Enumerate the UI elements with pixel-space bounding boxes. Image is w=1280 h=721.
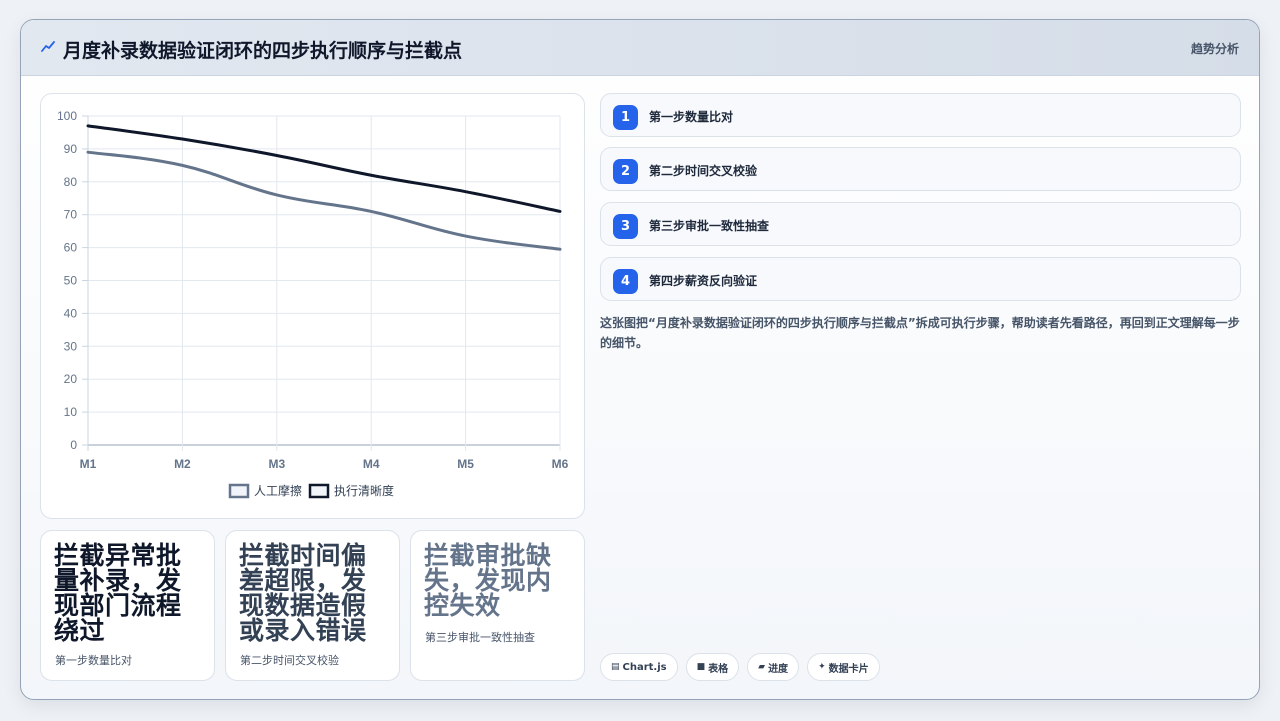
step-item-4[interactable]: 4 第四步薪资反向验证 [600, 257, 1241, 301]
highlight-text: 拦截审批缺失，发现内控失效 [424, 541, 552, 620]
highlight-card-1: 拦截异常批量补录，发现部门流程绕过 第一步数量比对 [40, 530, 215, 681]
line-chart-card: 0 10 20 30 40 50 60 70 80 90 100 M1 M2 M3 M4 M5 M6 人工摩擦 执行… [40, 93, 585, 519]
chip-data-card[interactable]: ✦ 数据卡片 [807, 653, 880, 681]
trend-icon [41, 41, 55, 52]
progress-icon: ▰ [758, 662, 766, 672]
sparkle-icon: ✦ [818, 662, 826, 672]
y-tick-label: 90 [64, 142, 78, 156]
step-number-badge: 1 [613, 105, 638, 130]
legend-swatch-2 [308, 483, 330, 499]
y-tick-label: 80 [64, 175, 78, 189]
x-tick-label: M1 [80, 457, 97, 471]
step-label: 第四步薪资反向验证 [649, 274, 758, 288]
chart-icon: ▤ [611, 662, 620, 672]
series-line-2 [86, 124, 562, 213]
page-title: 月度补录数据验证闭环的四步执行顺序与拦截点 [63, 40, 463, 62]
chip-row: ▤ Chart.js ■ 表格 ▰ 进度 ✦ 数据卡片 [600, 653, 880, 681]
step-number-badge: 4 [613, 269, 638, 294]
chip-progress[interactable]: ▰ 进度 [747, 653, 800, 681]
highlight-card-3: 拦截审批缺失，发现内控失效 第三步审批一致性抽查 [410, 530, 585, 681]
highlight-card-2: 拦截时间偏差超限，发现数据造假或录入错误 第二步时间交叉校验 [225, 530, 400, 681]
y-tick-label: 40 [64, 306, 78, 320]
y-tick-label: 10 [64, 405, 78, 419]
y-tick-label: 30 [64, 339, 78, 353]
chip-chartjs[interactable]: ▤ Chart.js [600, 653, 678, 681]
step-label: 第二步时间交叉校验 [649, 164, 758, 178]
header-bar: 月度补录数据验证闭环的四步执行顺序与拦截点 趋势分析 [21, 20, 1259, 76]
step-label: 第三步审批一致性抽查 [649, 219, 770, 233]
legend-label-2: 执行清晰度 [334, 483, 394, 498]
step-number-badge: 3 [613, 214, 638, 239]
step-item-3[interactable]: 3 第三步审批一致性抽查 [600, 202, 1241, 246]
table-icon: ■ [696, 662, 706, 672]
x-tick-label: M6 [552, 457, 569, 471]
y-tick-label: 60 [64, 241, 78, 255]
description-text: 这张图把“月度补录数据验证闭环的四步执行顺序与拦截点”拆成可执行步骤，帮助读者先… [600, 316, 1240, 350]
chip-table[interactable]: ■ 表格 [685, 653, 740, 681]
y-tick-label: 100 [57, 109, 77, 123]
chip-label: 数据卡片 [828, 663, 869, 675]
step-label: 第一步数量比对 [649, 110, 734, 124]
chip-label: Chart.js [622, 661, 667, 673]
y-tick-label: 20 [64, 372, 78, 386]
chip-label: 表格 [708, 663, 729, 675]
chip-label: 进度 [768, 663, 789, 675]
line-chart: 0 10 20 30 40 50 60 70 80 90 100 M1 M2 M3 M4 M5 M6 人工摩擦 执行… [57, 109, 569, 499]
highlight-sub: 第一步数量比对 [55, 654, 132, 667]
step-item-2[interactable]: 2 第二步时间交叉校验 [600, 147, 1241, 191]
highlight-text: 拦截异常批量补录，发现部门流程绕过 [54, 541, 182, 645]
x-tick-label: M5 [457, 457, 474, 471]
x-tick-label: M4 [363, 457, 380, 471]
highlight-sub: 第二步时间交叉校验 [240, 654, 339, 667]
legend-swatch-1 [228, 483, 250, 499]
highlight-text: 拦截时间偏差超限，发现数据造假或录入错误 [239, 541, 367, 645]
main-card: 月度补录数据验证闭环的四步执行顺序与拦截点 趋势分析 0 10 20 30 40 50 60… [20, 19, 1260, 700]
x-tick-label: M3 [268, 457, 285, 471]
step-item-1[interactable]: 1 第一步数量比对 [600, 93, 1241, 137]
step-number-badge: 2 [613, 159, 638, 184]
section-tag: 趋势分析 [1190, 42, 1239, 56]
highlight-sub: 第三步审批一致性抽查 [425, 631, 535, 644]
legend-label-1: 人工摩擦 [254, 483, 302, 498]
x-tick-label: M2 [174, 457, 191, 471]
y-tick-label: 70 [64, 208, 78, 222]
y-tick-label: 50 [64, 274, 78, 288]
y-tick-label: 0 [70, 438, 77, 452]
